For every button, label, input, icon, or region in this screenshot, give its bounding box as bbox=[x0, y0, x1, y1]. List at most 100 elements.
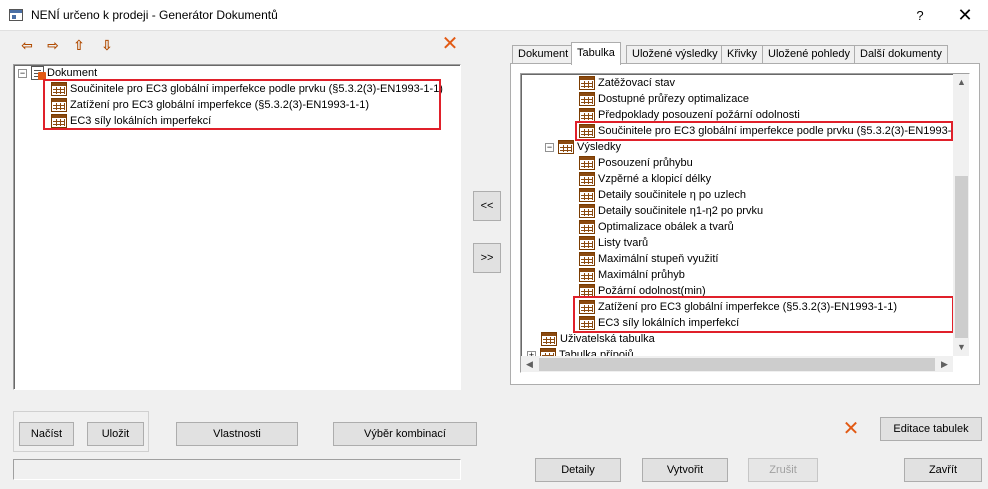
tab-panel-tabulka: Zatěžovací stav Dostupné průřezy optimal… bbox=[510, 63, 980, 385]
vertical-scrollbar[interactable]: ▲ ▼ bbox=[953, 74, 969, 356]
tree-node-item[interactable]: Vzpěrné a klopicí délky bbox=[579, 171, 711, 187]
window-title: NENÍ určeno k prodeji - Generátor Dokume… bbox=[31, 8, 278, 22]
table-icon bbox=[579, 236, 595, 250]
down-arrow-icon[interactable]: ⇩ bbox=[98, 37, 116, 53]
collapse-icon[interactable]: − bbox=[545, 143, 554, 152]
remove-from-document-button[interactable]: >> bbox=[473, 243, 501, 273]
tree-node-item[interactable]: Součinitele pro EC3 globální imperfekce … bbox=[51, 81, 443, 97]
table-icon bbox=[579, 252, 595, 266]
table-icon bbox=[579, 284, 595, 298]
document-icon bbox=[31, 66, 46, 80]
scroll-left-icon[interactable]: ◀ bbox=[521, 356, 538, 372]
tab-dalsi-dokumenty[interactable]: Další dokumenty bbox=[854, 45, 948, 64]
scrollbar-thumb[interactable] bbox=[955, 176, 968, 338]
tree-node-item[interactable]: Detaily součinitele η1-η2 po prvku bbox=[579, 203, 763, 219]
table-icon bbox=[579, 300, 595, 314]
table-icon bbox=[51, 114, 67, 128]
tree-node-label: Součinitele pro EC3 globální imperfekce … bbox=[70, 83, 443, 95]
table-icon bbox=[51, 98, 67, 112]
title-bar: NENÍ určeno k prodeji - Generátor Dokume… bbox=[0, 0, 988, 31]
cancel-button[interactable]: Zrušit bbox=[748, 458, 818, 482]
table-icon bbox=[579, 172, 595, 186]
tree-node-label: Maximální stupeň využití bbox=[598, 253, 719, 265]
details-button[interactable]: Detaily bbox=[535, 458, 621, 482]
forward-arrow-icon[interactable]: ⇨ bbox=[44, 37, 62, 53]
tab-krivky[interactable]: Křivky bbox=[721, 45, 763, 64]
table-icon bbox=[51, 82, 67, 96]
table-icon bbox=[579, 220, 595, 234]
close-button[interactable]: Zavřít bbox=[904, 458, 982, 482]
table-icon bbox=[579, 108, 595, 122]
tree-node-uzivatelska[interactable]: Uživatelská tabulka bbox=[541, 331, 655, 347]
tree-node-label: Zatěžovací stav bbox=[598, 77, 676, 89]
app-icon bbox=[9, 9, 23, 21]
table-icon bbox=[579, 316, 595, 330]
tree-node-item[interactable]: Maximální průhyb bbox=[579, 267, 685, 283]
tree-node-item[interactable]: Zatížení pro EC3 globální imperfekce (§5… bbox=[51, 97, 369, 113]
table-tree[interactable]: Zatěžovací stav Dostupné průřezy optimal… bbox=[520, 73, 970, 373]
scroll-up-icon[interactable]: ▲ bbox=[953, 74, 969, 91]
scroll-down-icon[interactable]: ▼ bbox=[953, 339, 969, 356]
tree-node-item[interactable]: EC3 síly lokálních imperfekcí bbox=[579, 315, 739, 331]
tab-ulozene-vysledky[interactable]: Uložené výsledky bbox=[626, 45, 724, 64]
table-icon bbox=[579, 76, 595, 90]
tree-node-label: Zatížení pro EC3 globální imperfekce (§5… bbox=[70, 99, 369, 111]
tree-node-label: Optimalizace obálek a tvarů bbox=[598, 221, 734, 233]
tree-node-label: Vzpěrné a klopicí délky bbox=[598, 173, 712, 185]
help-button[interactable]: ? bbox=[905, 0, 935, 31]
up-arrow-icon[interactable]: ⇧ bbox=[70, 37, 88, 53]
tree-node-item[interactable]: Detaily součinitele η po uzlech bbox=[579, 187, 746, 203]
status-field bbox=[13, 459, 461, 480]
tree-node-label: Předpoklady posouzení požární odolnosti bbox=[598, 109, 800, 121]
close-window-button[interactable]: ✕ bbox=[948, 0, 982, 31]
scrollbar-thumb[interactable] bbox=[539, 358, 935, 371]
tree-node-item[interactable]: Maximální stupeň využití bbox=[579, 251, 718, 267]
delete-table-icon[interactable]: ✕ bbox=[842, 419, 860, 439]
table-icon bbox=[579, 156, 595, 170]
add-to-document-button[interactable]: << bbox=[473, 191, 501, 221]
table-icon bbox=[579, 188, 595, 202]
tree-node-label: Uživatelská tabulka bbox=[560, 333, 655, 345]
scroll-right-icon[interactable]: ▶ bbox=[936, 356, 953, 372]
collapse-icon[interactable]: − bbox=[18, 69, 27, 78]
save-button[interactable]: Uložit bbox=[87, 422, 144, 446]
tree-node-item[interactable]: Listy tvarů bbox=[579, 235, 648, 251]
tab-tabulka[interactable]: Tabulka bbox=[571, 42, 621, 65]
properties-button[interactable]: Vlastnosti bbox=[176, 422, 298, 446]
back-arrow-icon[interactable]: ⇦ bbox=[18, 37, 36, 53]
create-button[interactable]: Vytvořit bbox=[642, 458, 728, 482]
tree-node-item[interactable]: Součinitele pro EC3 globální imperfekce … bbox=[579, 123, 970, 139]
tree-node-item[interactable]: EC3 síly lokálních imperfekcí bbox=[51, 113, 211, 129]
tree-node-item[interactable]: Posouzení průhybu bbox=[579, 155, 693, 171]
select-combinations-button[interactable]: Výběr kombinací bbox=[333, 422, 477, 446]
tree-node-label: Dokument bbox=[47, 67, 98, 79]
delete-item-icon[interactable]: ✕ bbox=[441, 34, 459, 54]
tree-node-dokument[interactable]: − Dokument bbox=[18, 65, 97, 81]
horizontal-scrollbar[interactable]: ◀ ▶ bbox=[521, 356, 953, 372]
table-icon bbox=[579, 124, 595, 138]
tree-node-vysledky[interactable]: − Výsledky bbox=[545, 139, 621, 155]
tree-node-label: Posouzení průhybu bbox=[598, 157, 693, 169]
tree-node-label: Požární odolnost(min) bbox=[598, 285, 706, 297]
tree-node-label: Detaily součinitele η1-η2 po prvku bbox=[598, 205, 764, 217]
table-icon bbox=[558, 140, 574, 154]
tree-node-item[interactable]: Zatěžovací stav bbox=[579, 75, 675, 91]
table-icon bbox=[579, 204, 595, 218]
tree-node-item[interactable]: Zatížení pro EC3 globální imperfekce (§5… bbox=[579, 299, 897, 315]
tree-node-label: EC3 síly lokálních imperfekcí bbox=[598, 317, 740, 329]
tab-dokument[interactable]: Dokument bbox=[512, 45, 575, 64]
load-button[interactable]: Načíst bbox=[19, 422, 74, 446]
tree-node-label: Součinitele pro EC3 globální imperfekce … bbox=[598, 125, 970, 137]
edit-tables-button[interactable]: Editace tabulek bbox=[880, 417, 982, 441]
tree-node-item[interactable]: Požární odolnost(min) bbox=[579, 283, 706, 299]
document-tree[interactable]: − Dokument Součinitele pro EC3 globální i… bbox=[13, 64, 461, 390]
table-icon bbox=[541, 332, 557, 346]
tree-node-label: Detaily součinitele η po uzlech bbox=[598, 189, 746, 201]
tab-ulozene-pohledy[interactable]: Uložené pohledy bbox=[762, 45, 856, 64]
tree-node-item[interactable]: Předpoklady posouzení požární odolnosti bbox=[579, 107, 800, 123]
tree-node-label: Výsledky bbox=[577, 141, 622, 153]
tree-node-item[interactable]: Dostupné průřezy optimalizace bbox=[579, 91, 749, 107]
tree-node-item[interactable]: Optimalizace obálek a tvarů bbox=[579, 219, 734, 235]
table-icon bbox=[579, 92, 595, 106]
table-icon bbox=[579, 268, 595, 282]
